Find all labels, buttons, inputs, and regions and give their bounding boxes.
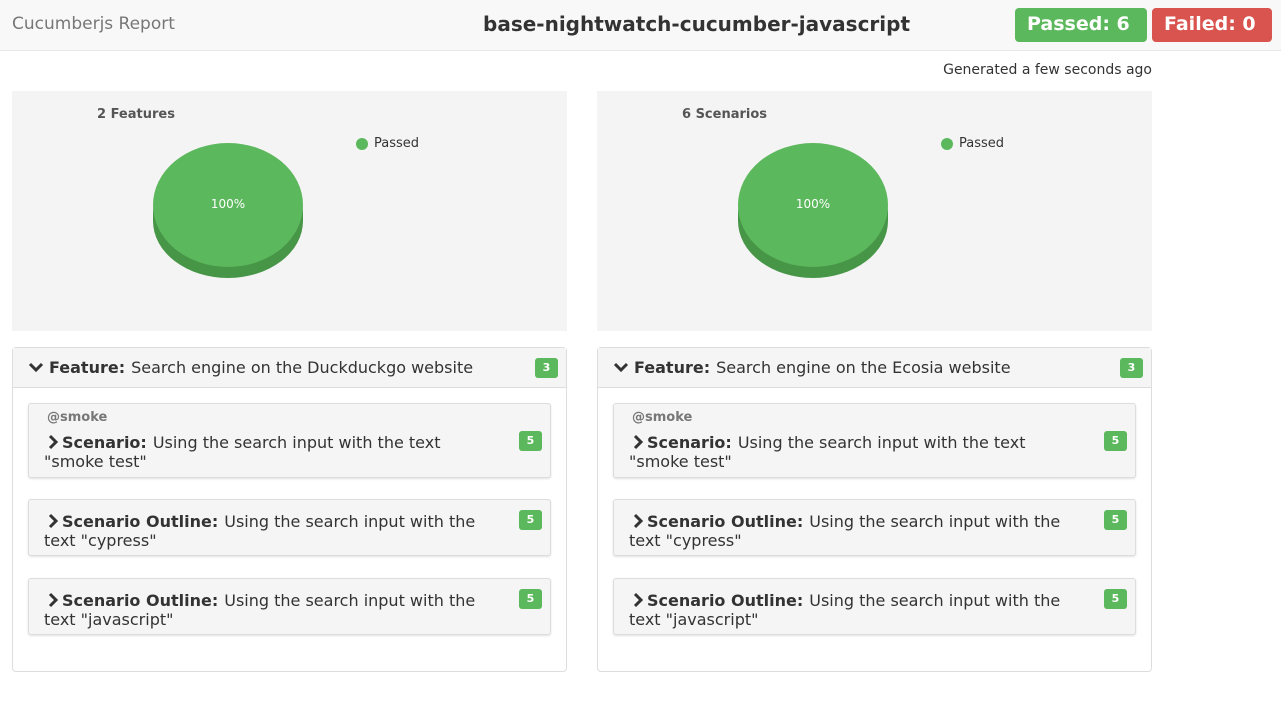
scenario-name-line1: Using the search input with the [809,591,1061,610]
scenario-keyword: Scenario Outline: [62,591,219,610]
chevron-right-icon [46,434,62,453]
legend-label: Passed [959,136,1005,151]
scenario-name-line1: Using the search input with the [224,591,476,610]
scenario-title: Scenario: Using the search input with the… [44,434,484,470]
pie-slice-label: 100% [211,197,245,211]
chart-title: 6 Scenarios [682,107,768,122]
scenario-keyword: Scenario Outline: [647,591,804,610]
chevron-right-icon [46,592,62,611]
scenario-name-line2: "smoke test" [44,452,147,471]
scenario-title: Scenario: Using the search input with the… [629,434,1069,470]
scenario-name-line1: Using the search input with the [809,512,1061,531]
feature-header[interactable]: Feature: Search engine on the Ecosia webs… [598,348,1151,388]
scenario-keyword: Scenario Outline: [62,512,219,531]
scenario-item[interactable]: Scenario Outline: Using the search input … [28,499,551,556]
chevron-right-icon [631,434,647,453]
scenario-tag: @smoke [632,410,693,425]
scenario-keyword: Scenario: [647,433,732,452]
passed-total-badge: Passed: 6 [1015,8,1147,42]
scenario-name-line1: Using the search input with the [224,512,476,531]
feature-header[interactable]: Feature: Search engine on the Duckduckgo … [13,348,566,388]
scenario-step-count-badge: 5 [1104,510,1127,530]
failed-total-badge: Failed: 0 [1152,8,1272,42]
scenario-name-line2: text "javascript" [44,610,174,629]
feature-panel: Feature: Search engine on the Duckduckgo … [12,347,567,672]
feature-keyword: Feature: [49,358,126,377]
scenario-keyword: Scenario: [62,433,147,452]
scenarios-pie-chart[interactable]: 100% [725,143,901,283]
scenario-item[interactable]: Scenario Outline: Using the search input … [28,578,551,635]
features-chart-panel: 2 Features 100% Passed [12,91,567,331]
feature-panel: Feature: Search engine on the Ecosia webs… [597,347,1152,672]
scenario-title: Scenario Outline: Using the search input … [629,513,1069,549]
navbar: Cucumberjs Report base-nightwatch-cucumb… [0,0,1281,51]
scenario-name-line2: text "cypress" [629,531,742,550]
chart-legend-item[interactable]: Passed [941,136,1004,151]
scenario-title: Scenario Outline: Using the search input … [629,592,1069,628]
scenario-keyword: Scenario Outline: [647,512,804,531]
feature-keyword: Feature: [634,358,711,377]
scenario-title: Scenario Outline: Using the search input … [44,592,484,628]
scenario-step-count-badge: 5 [1104,589,1127,609]
generated-timestamp: Generated a few seconds ago [943,62,1152,78]
chevron-right-icon [46,513,62,532]
project-title: base-nightwatch-cucumber-javascript [483,12,911,36]
chevron-right-icon [631,513,647,532]
legend-dot-icon [941,137,953,150]
scenarios-chart-panel: 6 Scenarios 100% Passed [597,91,1152,331]
chevron-down-icon [28,348,44,403]
scenario-name-line2: text "javascript" [629,610,759,629]
chevron-right-icon [631,592,647,611]
scenario-item[interactable]: @smoke Scenario: Using the search input w… [613,403,1136,478]
scenario-step-count-badge: 5 [519,589,542,609]
chart-legend-item[interactable]: Passed [356,136,419,151]
chevron-down-icon [613,348,629,403]
scenario-name-line2: text "cypress" [44,531,157,550]
scenario-step-count-badge: 5 [1104,431,1127,451]
feature-name: Search engine on the Duckduckgo website [131,358,474,377]
feature-step-count-badge: 3 [535,358,558,378]
legend-label: Passed [374,136,420,151]
scenario-name-line1: Using the search input with the text [737,433,1026,452]
brand-link[interactable]: Cucumberjs Report [12,14,175,34]
feature-name: Search engine on the Ecosia website [716,358,1011,377]
scenario-name-line2: "smoke test" [629,452,732,471]
scenario-item[interactable]: Scenario Outline: Using the search input … [613,499,1136,556]
legend-dot-icon [356,137,368,150]
scenario-item[interactable]: @smoke Scenario: Using the search input w… [28,403,551,478]
scenario-item[interactable]: Scenario Outline: Using the search input … [613,578,1136,635]
features-pie-chart[interactable]: 100% [140,143,316,283]
scenario-step-count-badge: 5 [519,510,542,530]
feature-step-count-badge: 3 [1120,358,1143,378]
scenario-title: Scenario Outline: Using the search input … [44,513,484,549]
scenario-name-line1: Using the search input with the text [152,433,441,452]
scenario-tag: @smoke [47,410,108,425]
pie-slice-label: 100% [796,197,830,211]
scenario-step-count-badge: 5 [519,431,542,451]
chart-title: 2 Features [97,107,175,122]
